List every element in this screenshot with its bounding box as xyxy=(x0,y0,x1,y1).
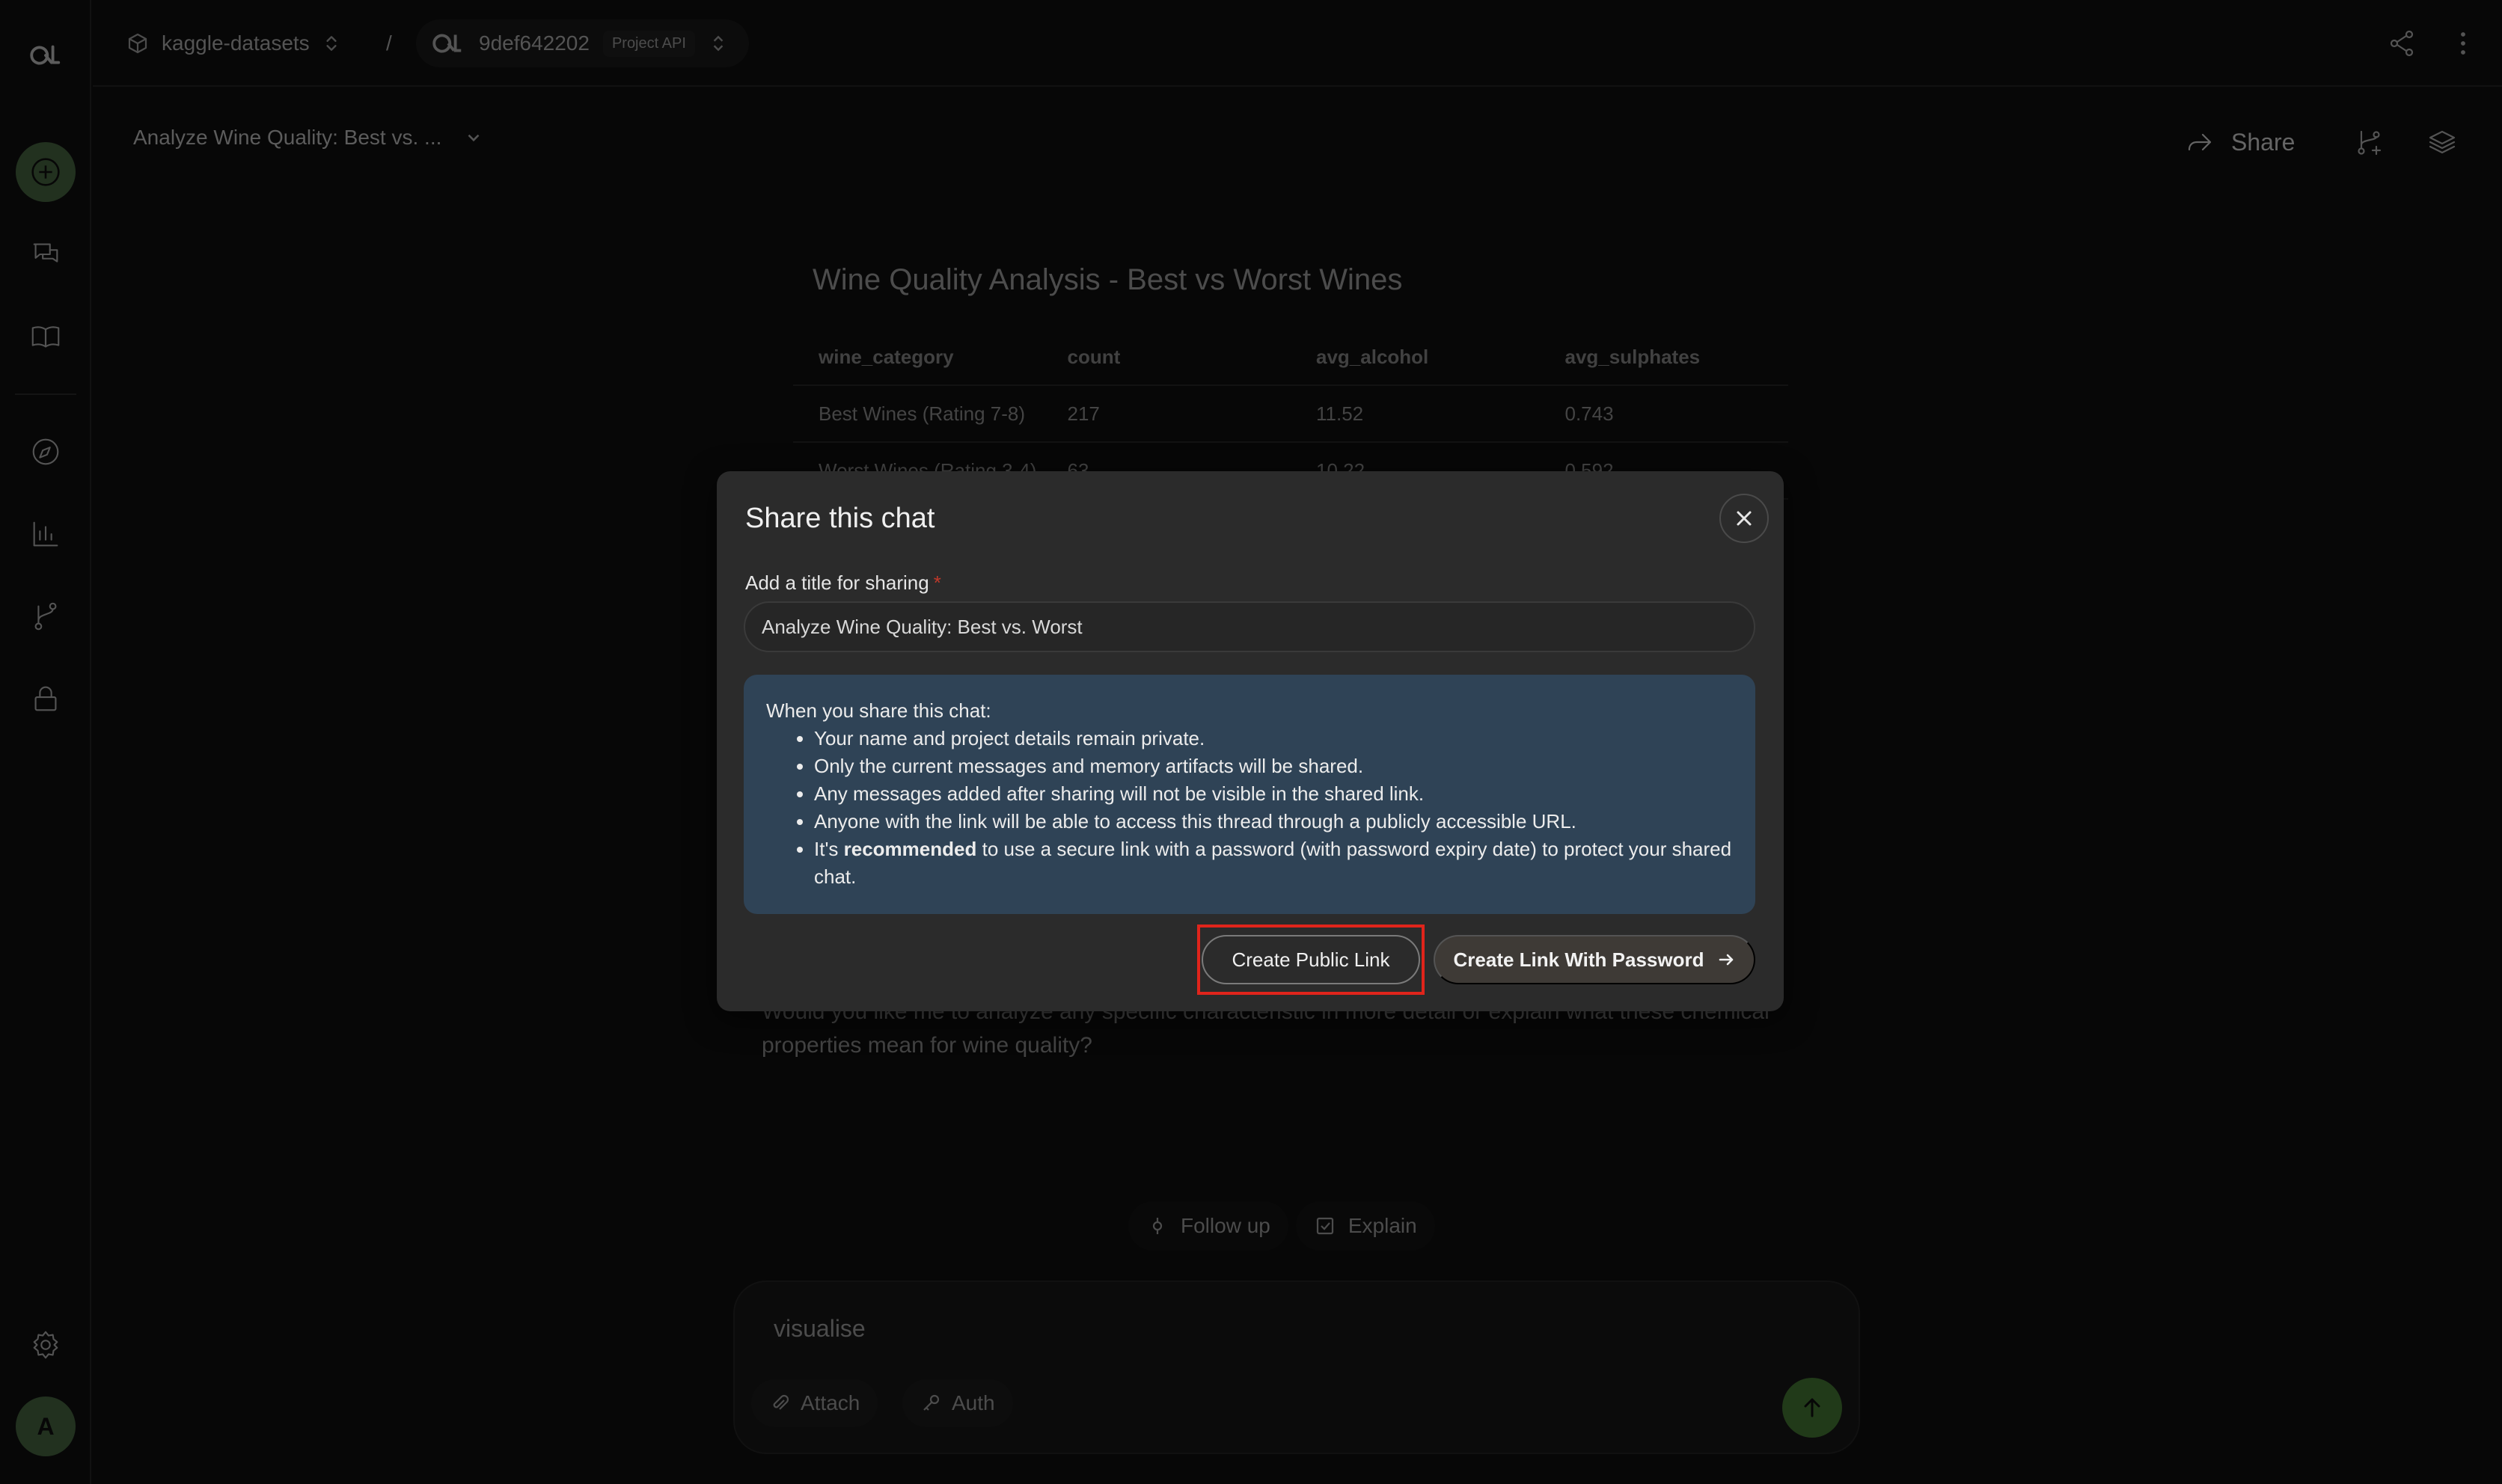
info-last-prefix: It's xyxy=(814,838,844,860)
info-item: Anyone with the link will be able to acc… xyxy=(814,808,1733,835)
close-button[interactable] xyxy=(1719,494,1769,543)
required-mark: * xyxy=(933,571,941,594)
info-list: Your name and project details remain pri… xyxy=(814,725,1733,891)
create-public-link-button[interactable]: Create Public Link xyxy=(1202,935,1420,984)
title-field-label-text: Add a title for sharing xyxy=(745,571,929,594)
close-icon xyxy=(1737,511,1752,526)
create-link-with-password-button[interactable]: Create Link With Password xyxy=(1434,935,1755,984)
info-item: Any messages added after sharing will no… xyxy=(814,780,1733,808)
share-chat-modal: Share this chat Add a title for sharing *… xyxy=(717,471,1784,1011)
share-title-input[interactable] xyxy=(744,601,1755,652)
info-item: Only the current messages and memory art… xyxy=(814,752,1733,780)
share-info-box: When you share this chat: Your name and … xyxy=(744,675,1755,914)
title-field-label: Add a title for sharing * xyxy=(745,571,941,595)
arrow-right-icon xyxy=(1719,954,1734,966)
info-item-recommendation: It's recommended to use a secure link wi… xyxy=(814,835,1733,891)
modal-title: Share this chat xyxy=(745,503,935,534)
info-item: Your name and project details remain pri… xyxy=(814,725,1733,752)
create-password-label: Create Link With Password xyxy=(1453,948,1704,971)
info-last-bold: recommended xyxy=(843,838,977,860)
info-intro: When you share this chat: xyxy=(766,699,991,722)
